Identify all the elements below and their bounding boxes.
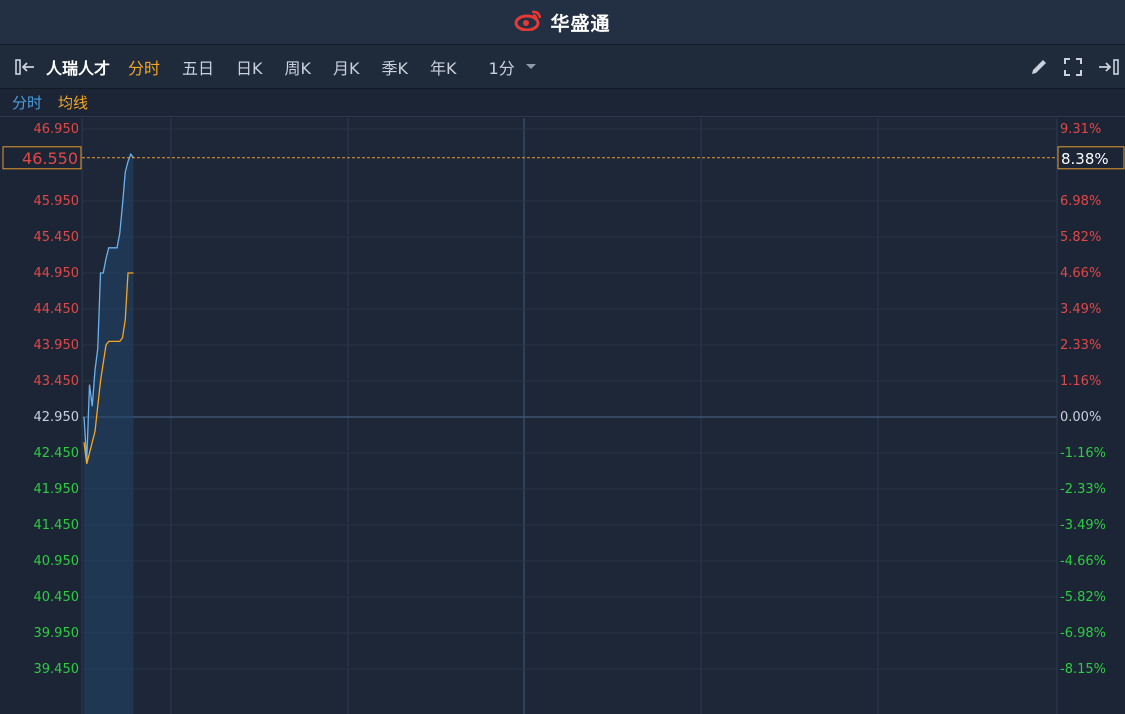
legend-avg: 均线 [58, 94, 89, 112]
y-right-tick: -8.15% [1060, 662, 1106, 677]
chevron-down-icon [525, 63, 536, 69]
right-tools [1029, 45, 1121, 88]
y-right-tick: 2.33% [1060, 338, 1101, 353]
plot-background [82, 118, 1057, 714]
y-left-tick: 40.950 [34, 554, 80, 569]
chart-legend: 分时 均线 [0, 89, 1125, 117]
y-left-tick: 45.450 [34, 230, 80, 245]
y-left-tick: 43.450 [34, 374, 80, 389]
y-left-tick: 42.450 [34, 446, 80, 461]
y-right-tick: -4.66% [1060, 554, 1106, 569]
y-right-tick: 6.98% [1060, 194, 1101, 209]
y-left-tick: 46.950 [34, 122, 80, 137]
tab-five-day[interactable]: 五日 [182, 55, 214, 79]
toolbar: 人瑞人才 分时 五日 日K 周K 月K 季K 年K 1分 [0, 45, 1125, 89]
y-left-tick: 39.950 [34, 626, 80, 641]
tab-quarterly-k[interactable]: 季K [382, 55, 409, 79]
tab-intraday[interactable]: 分时 [128, 55, 160, 79]
collapse-left-icon[interactable] [14, 58, 38, 76]
tab-yearly-k[interactable]: 年K [430, 55, 457, 79]
interval-value: 1分 [488, 58, 515, 78]
y-left-tick: 44.950 [34, 266, 80, 281]
y-right-tick: 3.49% [1060, 302, 1101, 317]
y-left-tick: 44.450 [34, 302, 80, 317]
tab-monthly-k[interactable]: 月K [333, 55, 360, 79]
brand: 华盛通 [514, 9, 610, 36]
interval-select[interactable]: 1分 [489, 55, 537, 79]
y-right-tick: 9.31% [1060, 122, 1101, 137]
y-right-tick: 0.00% [1060, 410, 1101, 425]
y-right-tick: 4.66% [1060, 266, 1101, 281]
current-change-label: 8.38% [1061, 150, 1109, 168]
y-left-tick: 39.450 [34, 662, 80, 677]
y-right-tick: -6.98% [1060, 626, 1106, 641]
pencil-icon[interactable] [1029, 57, 1049, 77]
fullscreen-icon[interactable] [1063, 57, 1083, 77]
logo-icon [514, 9, 544, 35]
stock-name[interactable]: 人瑞人才 [46, 55, 110, 79]
y-left-tick: 45.950 [34, 194, 80, 209]
y-left-tick: 42.950 [34, 410, 80, 425]
y-left-tick: 41.450 [34, 518, 80, 533]
y-right-tick: -2.33% [1060, 482, 1106, 497]
legend-price: 分时 [12, 94, 43, 112]
app-title: 华盛通 [550, 12, 611, 35]
y-left-tick: 41.950 [34, 482, 80, 497]
y-right-tick: 5.82% [1060, 230, 1101, 245]
y-left-tick: 43.950 [34, 338, 80, 353]
y-right-tick: -1.16% [1060, 446, 1106, 461]
y-right-tick: -3.49% [1060, 518, 1106, 533]
y-left-tick: 40.450 [34, 590, 80, 605]
title-bar: 华盛通 [0, 0, 1125, 45]
current-price-label: 46.550 [22, 149, 78, 168]
y-right-tick: -5.82% [1060, 590, 1106, 605]
tab-weekly-k[interactable]: 周K [285, 55, 312, 79]
expand-right-icon[interactable] [1097, 58, 1121, 76]
y-right-tick: 1.16% [1060, 374, 1101, 389]
intraday-chart[interactable]: 46.950 45.950 45.450 44.950 44.450 43.950 43.4… [0, 118, 1125, 714]
tab-daily-k[interactable]: 日K [236, 55, 263, 79]
